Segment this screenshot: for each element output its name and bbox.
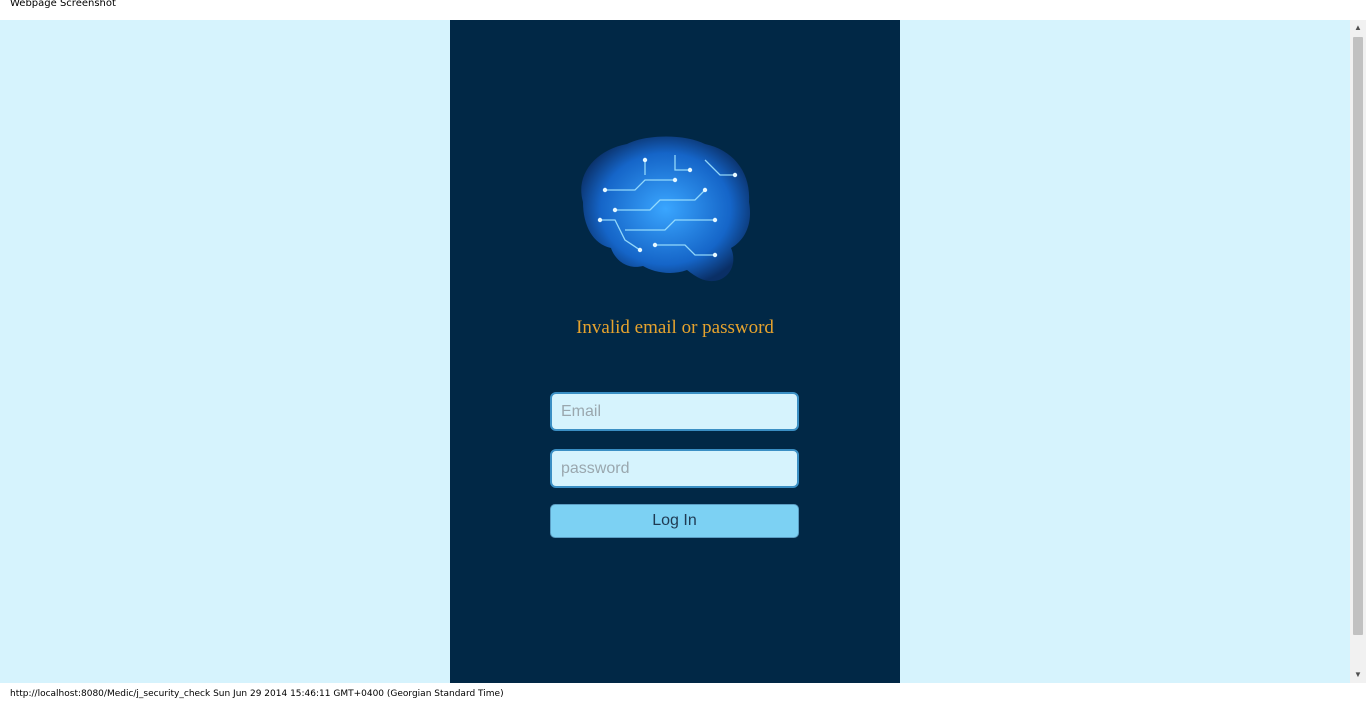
circuit-brain-icon <box>555 120 775 300</box>
login-panel: Invalid email or password Log In <box>450 20 900 683</box>
window-title: Webpage Screenshot <box>10 0 116 9</box>
status-bar: http://localhost:8080/Medic/j_security_c… <box>0 683 1366 703</box>
password-field[interactable] <box>550 449 799 488</box>
window-titlebar: Webpage Screenshot <box>0 0 1366 20</box>
scrollbar-thumb[interactable] <box>1353 37 1363 635</box>
scroll-down-arrow-icon[interactable]: ▼ <box>1350 667 1366 683</box>
scroll-up-arrow-icon[interactable]: ▲ <box>1350 20 1366 36</box>
email-field[interactable] <box>550 392 799 431</box>
error-message: Invalid email or password <box>576 317 774 338</box>
status-text: http://localhost:8080/Medic/j_security_c… <box>10 689 504 699</box>
page-viewport: Invalid email or password Log In <box>0 20 1350 683</box>
vertical-scrollbar[interactable]: ▲ ▼ <box>1350 20 1366 683</box>
login-button[interactable]: Log In <box>550 504 799 538</box>
